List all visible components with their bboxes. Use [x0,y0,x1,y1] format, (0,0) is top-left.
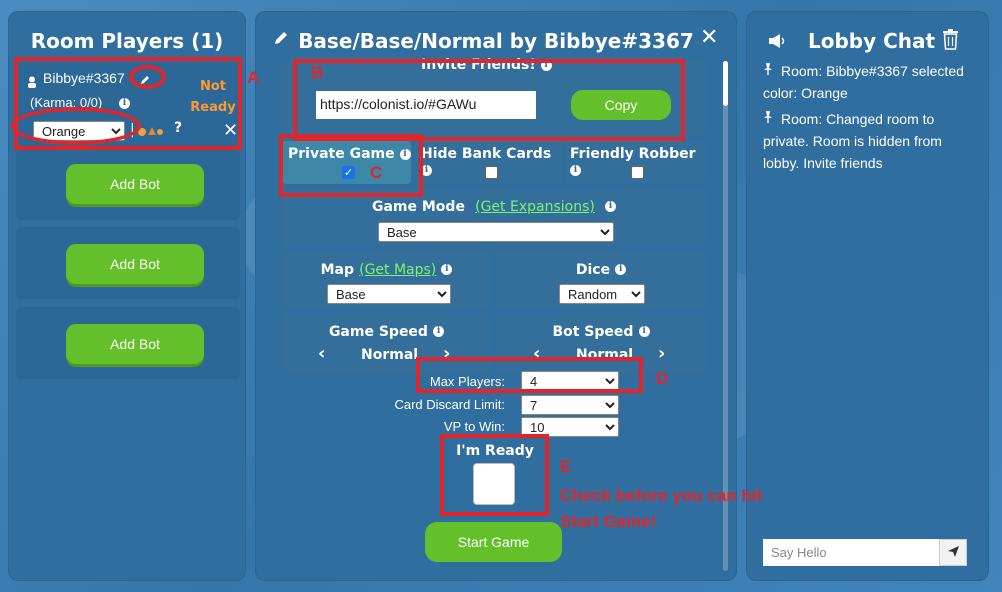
add-bot-button[interactable]: Add Bot [66,244,204,284]
card-discard-limit-label: Card Discard Limit: [394,397,505,412]
map-section: Map (Get Maps) i Base [282,251,491,309]
info-icon[interactable]: i [615,264,627,275]
megaphone-icon[interactable] [768,33,788,52]
max-players-select[interactable]: 4 [521,371,619,391]
pencil-icon[interactable] [139,71,151,90]
start-game-button[interactable]: Start Game [425,522,562,562]
get-expansions-link[interactable]: (Get Expansions) [475,199,595,215]
info-icon[interactable]: i [638,326,650,337]
bot-speed-section: Bot Speed i ‹ Normal › [496,313,706,373]
info-icon[interactable]: i [421,164,432,176]
ready-label: I'm Ready [456,443,534,459]
info-icon[interactable]: i [605,201,617,212]
divider-bar: | [130,122,135,138]
player-name: Bibbye#3367 [43,70,125,86]
hide-bank-cards-label: Hide Bank Cards [421,146,552,162]
close-icon[interactable]: ✕ [223,120,238,141]
bot-slot: Add Bot [16,307,240,379]
game-mode-label: Game Mode [371,199,465,215]
bot-slot: Add Bot [16,227,240,299]
help-icon[interactable]: ? [174,120,182,136]
add-bot-button[interactable]: Add Bot [66,164,204,204]
game-mode-select[interactable]: Base [378,222,614,242]
annotation-letter-c: C [370,163,383,182]
settings-title: Base/Base/Normal by Bibbye#3367 [298,29,694,53]
private-game-label: Private Game [288,146,395,162]
chat-input[interactable]: Say Hello [763,539,939,566]
friendly-robber-checkbox[interactable] [631,166,644,179]
max-players-label: Max Players: [429,374,505,389]
dice-label: Dice [575,262,611,278]
scrollbar-thumb[interactable] [723,61,728,106]
dice-section: Dice i Random [496,251,706,309]
map-select[interactable]: Base [327,284,451,304]
vp-to-win-select[interactable]: 10 [521,417,619,437]
card-discard-limit-select[interactable]: 7 [521,395,619,415]
trash-icon[interactable] [942,29,959,54]
copy-button[interactable]: Copy [571,90,671,120]
pin-icon [763,108,781,130]
hide-bank-cards-checkbox[interactable] [485,166,498,179]
info-icon[interactable]: i [433,326,445,337]
chat-message: Room: Changed room to private. Room is h… [763,108,978,174]
pin-icon [763,60,781,82]
info-icon[interactable]: i [119,98,130,109]
chevron-left-icon[interactable]: ‹ [533,343,540,364]
friendly-robber-toggle[interactable]: Friendly Robber i [566,141,706,184]
annotation-letter-a: A [247,68,260,87]
player-status: Not Ready [190,79,236,115]
info-icon[interactable]: i [570,164,581,176]
room-players-title: Room Players (1) [30,29,224,53]
player-card: Bibbye#3367 (Karma: 0/0) i Not Ready Ora… [16,62,240,146]
game-speed-value: Normal [361,347,419,363]
vp-to-win-label: VP to Win: [443,419,505,434]
info-icon[interactable]: i [399,148,411,160]
info-icon[interactable]: i [441,264,453,275]
bot-slot: Add Bot [16,148,240,220]
info-icon[interactable]: i [540,59,552,71]
private-game-toggle[interactable]: Private Game i ✓ [282,141,411,184]
send-button[interactable] [939,539,967,566]
annotation-letter-d: D [656,369,669,388]
bot-speed-label: Bot Speed [552,324,634,340]
chevron-left-icon[interactable]: ‹ [318,343,325,364]
hide-bank-cards-toggle[interactable]: Hide Bank Cards i [415,141,562,184]
map-label: Map [320,262,355,278]
lobby-chat-panel: Lobby Chat Room: Bibbye#3367 selected co… [746,11,989,581]
lobby-chat-title: Lobby Chat [808,29,936,53]
game-speed-label: Game Speed [328,324,428,340]
friendly-robber-label: Friendly Robber [570,146,696,162]
player-color-select[interactable]: Orange [33,121,125,141]
chat-message: Room: Bibbye#3367 selected color: Orange [763,60,978,104]
send-icon [947,543,960,562]
game-speed-section: Game Speed i ‹ Normal › [282,313,491,373]
annotation-letter-b: B [311,63,324,82]
private-game-checkbox[interactable]: ✓ [342,166,355,179]
get-maps-link[interactable]: (Get Maps) [359,262,436,278]
bot-speed-value: Normal [576,347,634,363]
invite-friends-label: Invite Friends! i [421,57,552,73]
player-karma: (Karma: 0/0) [30,95,103,110]
chevron-right-icon[interactable]: › [443,343,450,364]
chevron-right-icon[interactable]: › [658,343,665,364]
ready-checkbox[interactable] [473,463,515,505]
annotation-note: Check before you can hit Start Game! [560,486,763,531]
resource-icons [136,123,164,142]
add-bot-button[interactable]: Add Bot [66,324,204,364]
close-icon[interactable]: ✕ [700,25,718,50]
dice-select[interactable]: Random [559,284,645,304]
person-icon [27,73,37,92]
annotation-letter-e: E [560,457,572,476]
room-players-panel: Room Players (1) Bibbye#3367 (Karma: 0/0… [8,11,246,581]
game-mode-section: Game Mode (Get Expansions) i Base [282,189,706,247]
invite-url-field[interactable]: https://colonist.io/#GAWu [316,91,536,119]
